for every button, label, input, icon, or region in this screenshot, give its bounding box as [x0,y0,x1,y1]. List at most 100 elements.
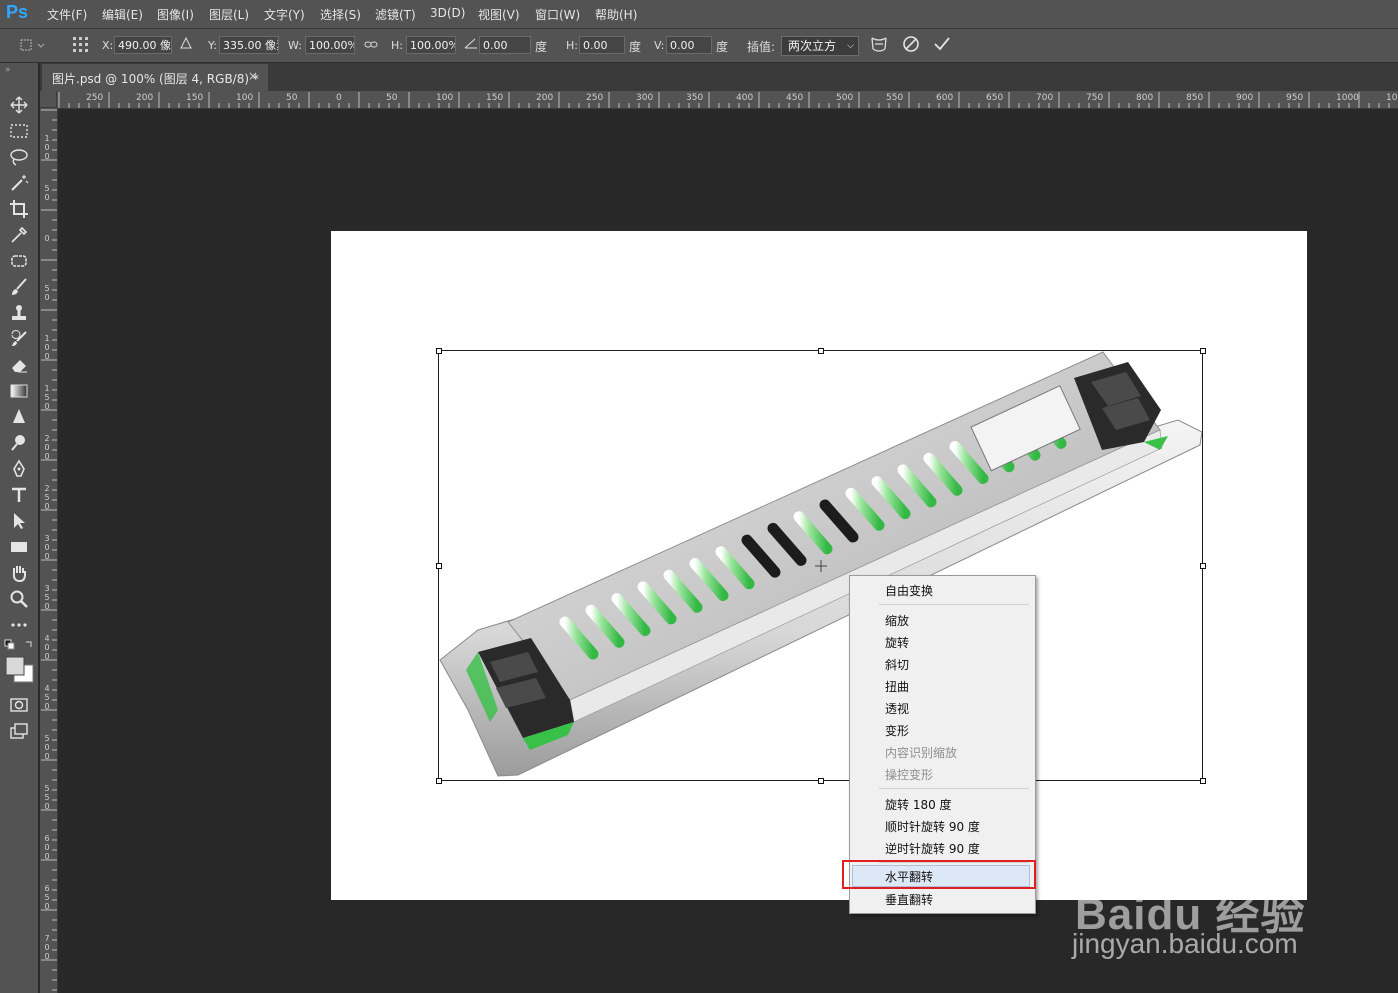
menu-view[interactable]: 视图(V) [478,6,520,23]
lasso-tool-icon[interactable] [9,147,29,167]
ruler-tick-label: 250 [86,93,104,103]
interpolation-value: 两次立方 [788,39,837,53]
ruler-tick-label: 100 [44,334,50,361]
ruler-tick-label: 550 [44,784,50,811]
menu-window[interactable]: 窗口(W) [535,6,580,23]
magic-wand-tool-icon[interactable] [9,173,29,193]
menu-item-rotate-90-ccw[interactable]: 逆时针旋转 90 度 [885,840,980,857]
angle-icon [464,37,478,52]
zoom-tool-icon[interactable] [9,589,29,609]
blur-tool-icon[interactable] [9,407,29,427]
menu-filter[interactable]: 滤镜(T) [375,6,416,23]
menu-select[interactable]: 选择(S) [320,6,361,23]
menu-item-scale[interactable]: 缩放 [885,612,909,629]
menu-item-free-transform[interactable]: 自由变换 [885,582,933,599]
annotation-highlight-box [842,860,1036,889]
gradient-tool-icon[interactable] [9,381,29,401]
warp-mode-icon[interactable] [869,35,889,58]
reference-point-icon[interactable] [72,36,90,57]
menu-3d[interactable]: 3D(D) [430,6,465,20]
eyedropper-tool-icon[interactable] [9,225,29,245]
more-tools-icon[interactable] [9,615,29,635]
delta-icon[interactable] [180,36,192,52]
menu-item-rotate-90-cw[interactable]: 顺时针旋转 90 度 [885,818,980,835]
menu-item-perspective[interactable]: 透视 [885,700,909,717]
menu-file[interactable]: 文件(F) [47,6,87,23]
menu-item-rotate[interactable]: 旋转 [885,634,909,651]
transform-handle-top[interactable] [818,348,824,354]
ruler-tick-label: 500 [836,93,854,103]
menu-type[interactable]: 文字(Y) [264,6,305,23]
ruler-tick-label: 50 [386,93,398,103]
type-tool-icon[interactable] [9,485,29,505]
tools-panel: » [0,63,39,993]
menu-layer[interactable]: 图层(L) [209,6,249,23]
close-tab-icon[interactable]: × [248,69,258,83]
transform-handle-top-right[interactable] [1200,348,1206,354]
transform-handle-left[interactable] [436,563,442,569]
ruler-tick-label: 800 [1136,93,1154,103]
ruler-origin[interactable] [40,91,57,108]
ruler-tick-label: 600 [936,93,954,103]
menu-image[interactable]: 图像(I) [157,6,194,23]
hand-tool-icon[interactable] [9,563,29,583]
menu-edit[interactable]: 编辑(E) [102,6,143,23]
link-icon[interactable] [364,39,378,53]
ruler-tick-label: 850 [1186,93,1204,103]
healing-brush-tool-icon[interactable] [9,251,29,271]
height-field[interactable]: 100.00% [406,36,456,54]
y-field[interactable]: 335.00 像素 [219,36,279,54]
vertical-ruler[interactable]: 1005005010015020025030035040045050055060… [40,108,58,993]
move-tool-preset-icon[interactable] [20,37,46,56]
path-selection-tool-icon[interactable] [9,511,29,531]
menu-item-skew[interactable]: 斜切 [885,656,909,673]
move-tool-icon[interactable] [9,95,29,115]
ruler-tick-label: 700 [1036,93,1054,103]
ruler-tick-label: 750 [1086,93,1104,103]
pen-tool-icon[interactable] [9,459,29,479]
commit-transform-icon[interactable] [933,35,951,56]
hskew-field[interactable]: 0.00 [579,36,625,54]
menu-item-content-aware-scale: 内容识别缩放 [885,746,958,760]
foreground-background-color-icon[interactable] [5,656,35,686]
vskew-label: V: [654,39,665,52]
h-label: H: [391,39,403,52]
eraser-tool-icon[interactable] [9,355,29,375]
horizontal-ruler[interactable]: 250 200 150 100 50 0 50 100 150 200 250 300 350 400 45… [40,91,1398,109]
transform-bounding-box[interactable] [436,348,1206,784]
transform-handle-top-left[interactable] [436,348,442,354]
chevron-down-icon: ⌵ [847,41,854,51]
quick-mask-icon[interactable] [9,695,29,715]
cancel-transform-icon[interactable] [902,35,920,56]
angle-field[interactable]: 0.00 [479,36,531,54]
ruler-tick-label: 700 [44,934,50,961]
brush-tool-icon[interactable] [9,277,29,297]
transform-handle-bottom-right[interactable] [1200,778,1206,784]
clone-stamp-tool-icon[interactable] [9,303,29,323]
y-label: Y: [208,39,217,52]
width-field[interactable]: 100.00% [305,36,355,54]
interpolation-select[interactable]: 两次立方 ⌵ [781,36,859,56]
menu-item-distort[interactable]: 扭曲 [885,678,909,695]
history-brush-tool-icon[interactable] [9,329,29,349]
document-tab[interactable]: 图片.psd @ 100% (图层 4, RGB/8) * × [42,64,268,91]
screen-mode-icon[interactable] [9,721,29,741]
dodge-tool-icon[interactable] [9,433,29,453]
marquee-tool-icon[interactable] [9,121,29,141]
menu-item-warp[interactable]: 变形 [885,722,909,739]
transform-handle-bottom[interactable] [818,778,824,784]
x-field[interactable]: 490.00 像素 [114,36,172,54]
menu-item-flip-vertical[interactable]: 垂直翻转 [885,891,933,908]
crop-tool-icon[interactable] [9,199,29,219]
menu-help[interactable]: 帮助(H) [595,6,637,23]
vskew-field[interactable]: 0.00 [666,36,712,54]
transform-handle-bottom-left[interactable] [436,778,442,784]
ruler-tick-label: 350 [44,584,50,611]
interpolation-label: 插值: [747,40,776,54]
transform-handle-right[interactable] [1200,563,1206,569]
ruler-tick-label: 400 [736,93,754,103]
rectangle-tool-icon[interactable] [9,537,29,557]
x-label: X: [102,39,114,52]
panel-collapse-icon[interactable]: » [5,65,11,75]
menu-item-rotate-180[interactable]: 旋转 180 度 [885,796,952,813]
